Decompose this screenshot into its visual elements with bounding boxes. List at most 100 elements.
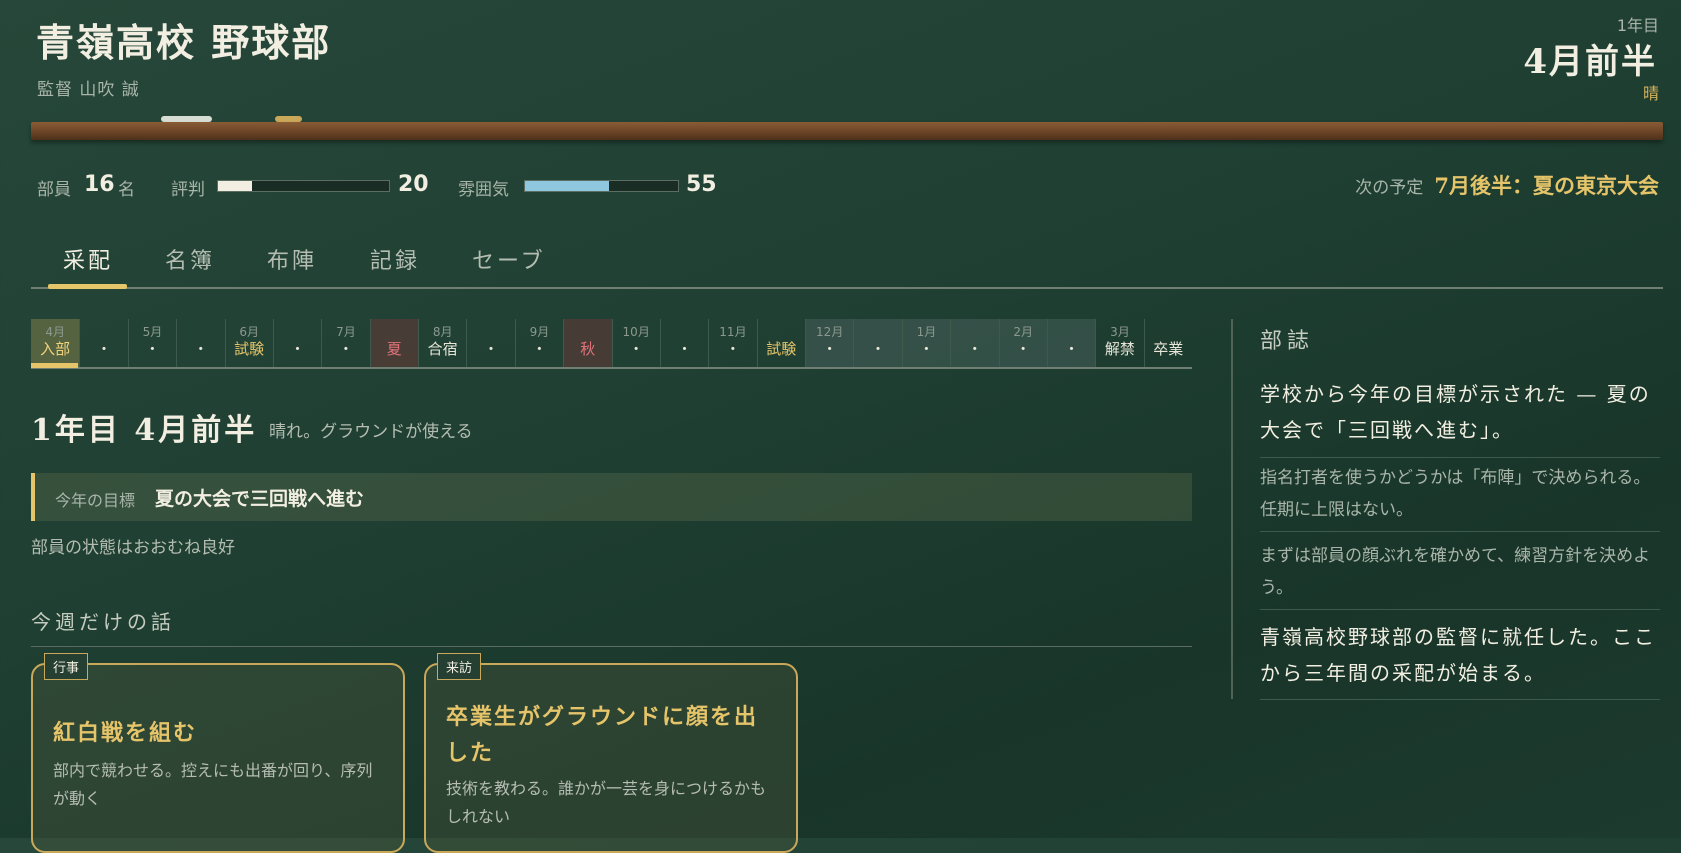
- tab-saihai[interactable]: 采配: [63, 243, 113, 275]
- calendar-cell[interactable]: 2月・: [998, 319, 1047, 367]
- calendar-event: ・: [531, 340, 547, 358]
- next-event: 次の予定 7月後半：夏の東京大会: [1355, 170, 1659, 200]
- goal-text: 夏の大会で三回戦へ進む: [155, 488, 365, 510]
- journal-entry: 学校から今年の目標が示された — 夏の大会で「三回戦へ進む」。: [1260, 376, 1660, 458]
- calendar-event: ・: [193, 340, 209, 358]
- calendar-event: 試験: [234, 340, 265, 358]
- calendar-cell[interactable]: 12月・: [805, 319, 854, 367]
- calendar-cell[interactable]: 卒業: [1143, 319, 1192, 367]
- calendar-current-marker: [31, 363, 78, 368]
- calendar-event: ・: [483, 340, 499, 358]
- members-label: 部員: [37, 180, 71, 200]
- calendar-event: 卒業: [1153, 340, 1184, 358]
- card-tag-visit: 来訪: [437, 653, 482, 680]
- morale-bar: [524, 180, 679, 192]
- calendar-cell[interactable]: 8月 合宿: [418, 319, 466, 367]
- calendar-cell[interactable]: 秋: [563, 319, 612, 367]
- journal-title: 部誌: [1260, 329, 1315, 354]
- calendar-event: 夏: [386, 340, 402, 358]
- members-value: 16: [84, 172, 115, 197]
- reputation-label: 評判: [171, 180, 205, 200]
- wooden-shelf: [31, 122, 1663, 140]
- year-label: 1年目: [1616, 16, 1659, 35]
- morale-label: 雰囲気: [458, 180, 509, 200]
- calendar-cell[interactable]: ・: [853, 319, 902, 367]
- calendar-event: ・: [918, 340, 934, 358]
- date-note: 晴れ。グラウンドが使える: [269, 422, 473, 442]
- members-unit: 名: [118, 180, 135, 200]
- journal-entry: 指名打者を使うかどうかは「布陣」で決められる。任期に上限はない。: [1260, 462, 1660, 532]
- calendar-baseline: [31, 367, 1192, 369]
- calendar-event: ・: [338, 340, 354, 358]
- event-card-alumni[interactable]: 卒業生がグラウンドに顔を出した 技術を教わる。誰かが一芸を身につけるかもしれない: [424, 663, 798, 853]
- calendar-cell[interactable]: 3月 解禁: [1095, 319, 1143, 367]
- reputation-bar: [217, 180, 390, 192]
- calendar-cell[interactable]: 9月・: [514, 319, 563, 367]
- morale-value: 55: [686, 172, 717, 197]
- calendar-cell[interactable]: ・: [659, 319, 708, 367]
- current-period: 4月前半: [1523, 42, 1657, 82]
- card-title: 卒業生がグラウンドに顔を出した: [446, 704, 759, 766]
- active-tab-indicator: [48, 284, 127, 289]
- calendar-cell[interactable]: 11月・: [708, 319, 756, 367]
- calendar-event: ・: [870, 340, 886, 358]
- calendar-event: ・: [677, 340, 693, 358]
- calendar-cell[interactable]: 試験: [756, 319, 805, 367]
- calendar-cell[interactable]: 1月・: [901, 319, 951, 367]
- tab-divider: [31, 287, 1663, 289]
- calendar-event: ・: [1064, 340, 1080, 358]
- journal-divider: [1231, 319, 1233, 699]
- calendar-cell[interactable]: ・: [79, 319, 127, 367]
- card-title: 紅白戦を組む: [53, 720, 198, 746]
- calendar-cell[interactable]: 10月・: [611, 319, 660, 367]
- calendar-event: ・: [822, 340, 838, 358]
- date-title: 1年目 4月前半: [31, 413, 258, 448]
- next-event-label: 次の予定: [1355, 178, 1424, 198]
- school-title: 青嶺高校 野球部: [36, 20, 332, 65]
- morale-fill: [525, 181, 610, 191]
- calendar-event: 試験: [766, 340, 797, 358]
- tab-save[interactable]: セーブ: [472, 243, 546, 275]
- journal-entry: まずは部員の顔ぶれを確かめて、練習方針を決めよう。: [1260, 540, 1660, 610]
- journal-entry: 青嶺高校野球部の監督に就任した。ここから三年間の采配が始まる。: [1260, 619, 1660, 700]
- calendar-event: ・: [628, 340, 644, 358]
- calendar-cell[interactable]: ・: [1046, 319, 1096, 367]
- week-title: 今週だけの話: [31, 610, 175, 634]
- week-divider: [31, 646, 1192, 647]
- goal-box: 今年の目標 夏の大会で三回戦へ進む: [31, 473, 1192, 521]
- tab-records[interactable]: 記録: [370, 243, 420, 275]
- calendar-cell[interactable]: ・: [950, 319, 999, 367]
- season-calendar: 4月 入部・ 5月・・ 6月 試験・ 7月・夏 8月 合宿・ 9月・秋 10月・・ 11月・試験 12…: [31, 319, 1192, 367]
- card-description: 技術を教わる。誰かが一芸を身につけるかもしれない: [446, 779, 767, 826]
- calendar-cell[interactable]: 7月・: [321, 319, 369, 367]
- calendar-event: ・: [144, 340, 160, 358]
- calendar-cell[interactable]: 5月・: [127, 319, 176, 367]
- calendar-event: 合宿: [427, 340, 458, 358]
- calendar-event: ・: [1015, 340, 1031, 358]
- calendar-cell[interactable]: 6月 試験: [224, 319, 273, 367]
- calendar-event: ・: [290, 340, 306, 358]
- event-card-scrimmage[interactable]: 紅白戦を組む 部内で競わせる。控えにも出番が回り、序列が動く: [31, 663, 405, 853]
- calendar-cell[interactable]: ・: [176, 319, 224, 367]
- calendar-event: ・: [725, 340, 741, 358]
- calendar-cell[interactable]: 4月 入部: [31, 319, 80, 367]
- card-tag-event: 行事: [44, 653, 89, 680]
- tab-lineup[interactable]: 布陣: [267, 243, 317, 275]
- calendar-event: ・: [96, 340, 112, 358]
- tab-roster[interactable]: 名簿: [165, 243, 215, 275]
- calendar-cell[interactable]: ・: [272, 319, 321, 367]
- calendar-cell[interactable]: ・: [466, 319, 514, 367]
- goal-label: 今年の目標: [55, 491, 136, 510]
- calendar-cell[interactable]: 夏: [369, 319, 418, 367]
- calendar-event: ・: [967, 340, 983, 358]
- calendar-event: 秋: [580, 340, 596, 358]
- weather-label: 晴: [1642, 84, 1659, 103]
- calendar-event: 解禁: [1104, 340, 1135, 358]
- coach-name: 監督 山吹 誠: [37, 80, 140, 100]
- reputation-value: 20: [398, 172, 429, 197]
- reputation-fill: [218, 181, 253, 191]
- next-event-value: 7月後半：夏の東京大会: [1434, 173, 1659, 198]
- card-description: 部内で競わせる。控えにも出番が回り、序列が動く: [53, 761, 373, 808]
- condition-text: 部員の状態はおおむね良好: [31, 538, 235, 558]
- calendar-event: 入部: [40, 340, 71, 358]
